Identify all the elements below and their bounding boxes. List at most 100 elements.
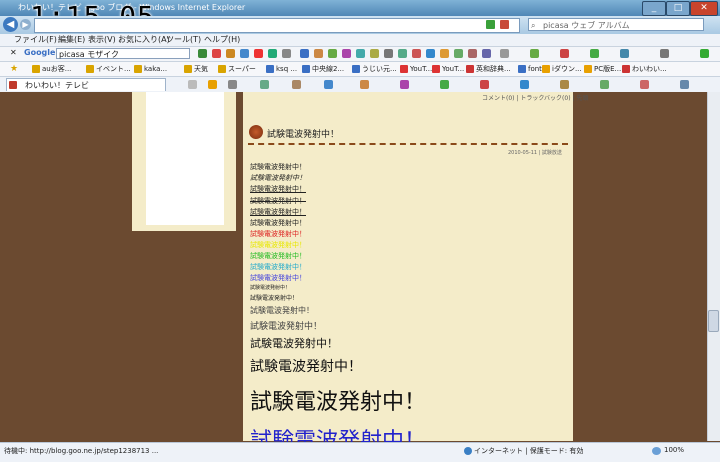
post-line: 試験電波発射中！ <box>250 163 306 171</box>
blogger-icon[interactable] <box>356 49 365 58</box>
share-icon[interactable] <box>426 49 435 58</box>
bookmark-item[interactable]: イベント... <box>86 63 131 75</box>
pen-icon[interactable] <box>468 49 477 58</box>
bookmark-item[interactable]: 英和辞典... <box>466 63 511 75</box>
post-line: 試験電波発射中！ <box>250 263 306 271</box>
scrollbar-thumb[interactable] <box>708 310 719 332</box>
post-line: 試験電波発射中！ <box>250 230 306 238</box>
tab-active[interactable]: わいわい！テレビ <box>6 78 166 91</box>
tools-menu-icon[interactable] <box>292 80 301 89</box>
bookmark-item[interactable]: ksq ... <box>266 63 297 75</box>
check-icon[interactable] <box>454 49 463 58</box>
youtube-icon[interactable] <box>212 49 221 58</box>
address-bar[interactable] <box>34 18 520 33</box>
menu-view[interactable]: 表示(V) <box>88 34 116 46</box>
page-menu-icon[interactable] <box>260 80 269 89</box>
bookmark-item[interactable]: YouT... <box>432 63 464 75</box>
more-icon[interactable] <box>500 49 509 58</box>
flag-icon[interactable] <box>482 49 491 58</box>
bookmark-item[interactable]: PC版E... <box>584 63 621 75</box>
favorites-star-icon[interactable]: ★ <box>10 64 18 74</box>
folder-icon <box>184 65 192 73</box>
bookmark-item[interactable]: font <box>518 63 542 75</box>
settings-icon[interactable] <box>282 49 291 58</box>
stocks-icon[interactable] <box>412 49 421 58</box>
stop-icon[interactable] <box>500 20 509 29</box>
post-divider <box>248 143 568 145</box>
menu-help[interactable]: ヘルプ(H) <box>204 34 240 46</box>
post-line: 試験電波発射中！ <box>250 306 314 315</box>
maps-icon[interactable] <box>328 49 337 58</box>
post-line: 試験電波発射中！ <box>250 390 427 415</box>
google-search-input[interactable]: picasa モザイク <box>56 48 190 59</box>
addon-icon[interactable] <box>680 80 689 89</box>
menu-edit[interactable]: 編集(E) <box>58 34 85 46</box>
addon-icon[interactable] <box>520 80 529 89</box>
sidebar-widget <box>146 92 224 225</box>
feeds-icon[interactable] <box>208 80 217 89</box>
minimize-button[interactable]: _ <box>642 1 666 16</box>
status-text: 待機中: http://blog.goo.ne.jp/step1238713 .… <box>4 447 159 455</box>
bookmark-item[interactable]: YouT... <box>400 63 432 75</box>
star-icon[interactable] <box>440 49 449 58</box>
menu-favorites[interactable]: お気に入り(A) <box>118 34 170 46</box>
security-zone[interactable]: インターネット | 保護モード: 有効 <box>474 446 583 456</box>
bookmark-item[interactable]: わいわい... <box>622 63 667 75</box>
green-circle-icon[interactable] <box>700 49 709 58</box>
mail-icon[interactable] <box>240 49 249 58</box>
notebook-icon[interactable] <box>370 49 379 58</box>
google-search-icon[interactable] <box>198 49 207 58</box>
status-icon[interactable] <box>590 49 599 58</box>
addon-icon[interactable] <box>600 80 609 89</box>
pen-icon[interactable] <box>360 80 369 89</box>
home-icon[interactable] <box>188 80 197 89</box>
post-line: 試験電波発射中！ <box>250 219 306 227</box>
options-icon[interactable] <box>660 49 669 58</box>
page-icon <box>302 65 310 73</box>
bookmark-item[interactable]: 天気 <box>184 63 208 75</box>
forward-button[interactable]: ▶ <box>20 19 31 30</box>
bookmark-icon[interactable] <box>254 49 263 58</box>
menu-file[interactable]: ファイル(F) <box>14 34 57 46</box>
mark-icon[interactable] <box>400 80 409 89</box>
zoom-icon <box>652 447 661 455</box>
bookmark-item[interactable]: うじい元... <box>352 63 397 75</box>
refresh-icon[interactable] <box>486 20 495 29</box>
bookmark-item[interactable]: kaka... <box>134 63 167 75</box>
addon-icon[interactable] <box>440 80 449 89</box>
photos-icon[interactable] <box>342 49 351 58</box>
docs-icon[interactable] <box>300 49 309 58</box>
post-line: 試験電波発射中！ <box>250 337 338 350</box>
news-icon[interactable] <box>226 49 235 58</box>
addon-icon[interactable] <box>480 80 489 89</box>
print-icon[interactable] <box>228 80 237 89</box>
toolbar-close-icon[interactable]: ✕ <box>10 48 17 57</box>
zoom-level[interactable]: 100% <box>664 446 684 454</box>
back-button[interactable]: ◀ <box>3 17 18 32</box>
post-footer-links[interactable]: コメント(0) | トラックバック(0) | 先頭 <box>482 93 588 102</box>
bookmark-item[interactable]: iダウン... <box>542 63 582 75</box>
alert-icon[interactable] <box>560 49 569 58</box>
search-input[interactable]: picasa ウェブ アルバム <box>528 18 704 31</box>
addon-icon[interactable] <box>640 80 649 89</box>
print-icon[interactable] <box>398 49 407 58</box>
bookmark-item[interactable]: スーパー <box>218 63 256 75</box>
close-button[interactable]: ✕ <box>690 1 718 16</box>
vertical-scrollbar[interactable] <box>707 92 720 441</box>
page-icon <box>266 65 274 73</box>
post-title: 試験電波発射中！ <box>267 130 340 140</box>
bookmark-item[interactable]: auお客... <box>32 63 71 75</box>
user-icon[interactable] <box>620 49 629 58</box>
addon-icon[interactable] <box>560 80 569 89</box>
menu-tools[interactable]: ツール(T) <box>166 34 201 46</box>
maximize-button[interactable]: □ <box>666 1 690 16</box>
help-icon[interactable] <box>324 80 333 89</box>
post-meta[interactable]: 2010-05-11 | 試験放送 <box>508 149 562 156</box>
post-line: 試験電波発射中！ <box>250 285 291 291</box>
home-icon[interactable] <box>384 49 393 58</box>
translate-icon[interactable] <box>268 49 277 58</box>
post-title-icon <box>249 125 263 139</box>
calendar-icon[interactable] <box>314 49 323 58</box>
wrench-icon[interactable] <box>530 49 539 58</box>
bookmark-item[interactable]: 中央線2... <box>302 63 344 75</box>
